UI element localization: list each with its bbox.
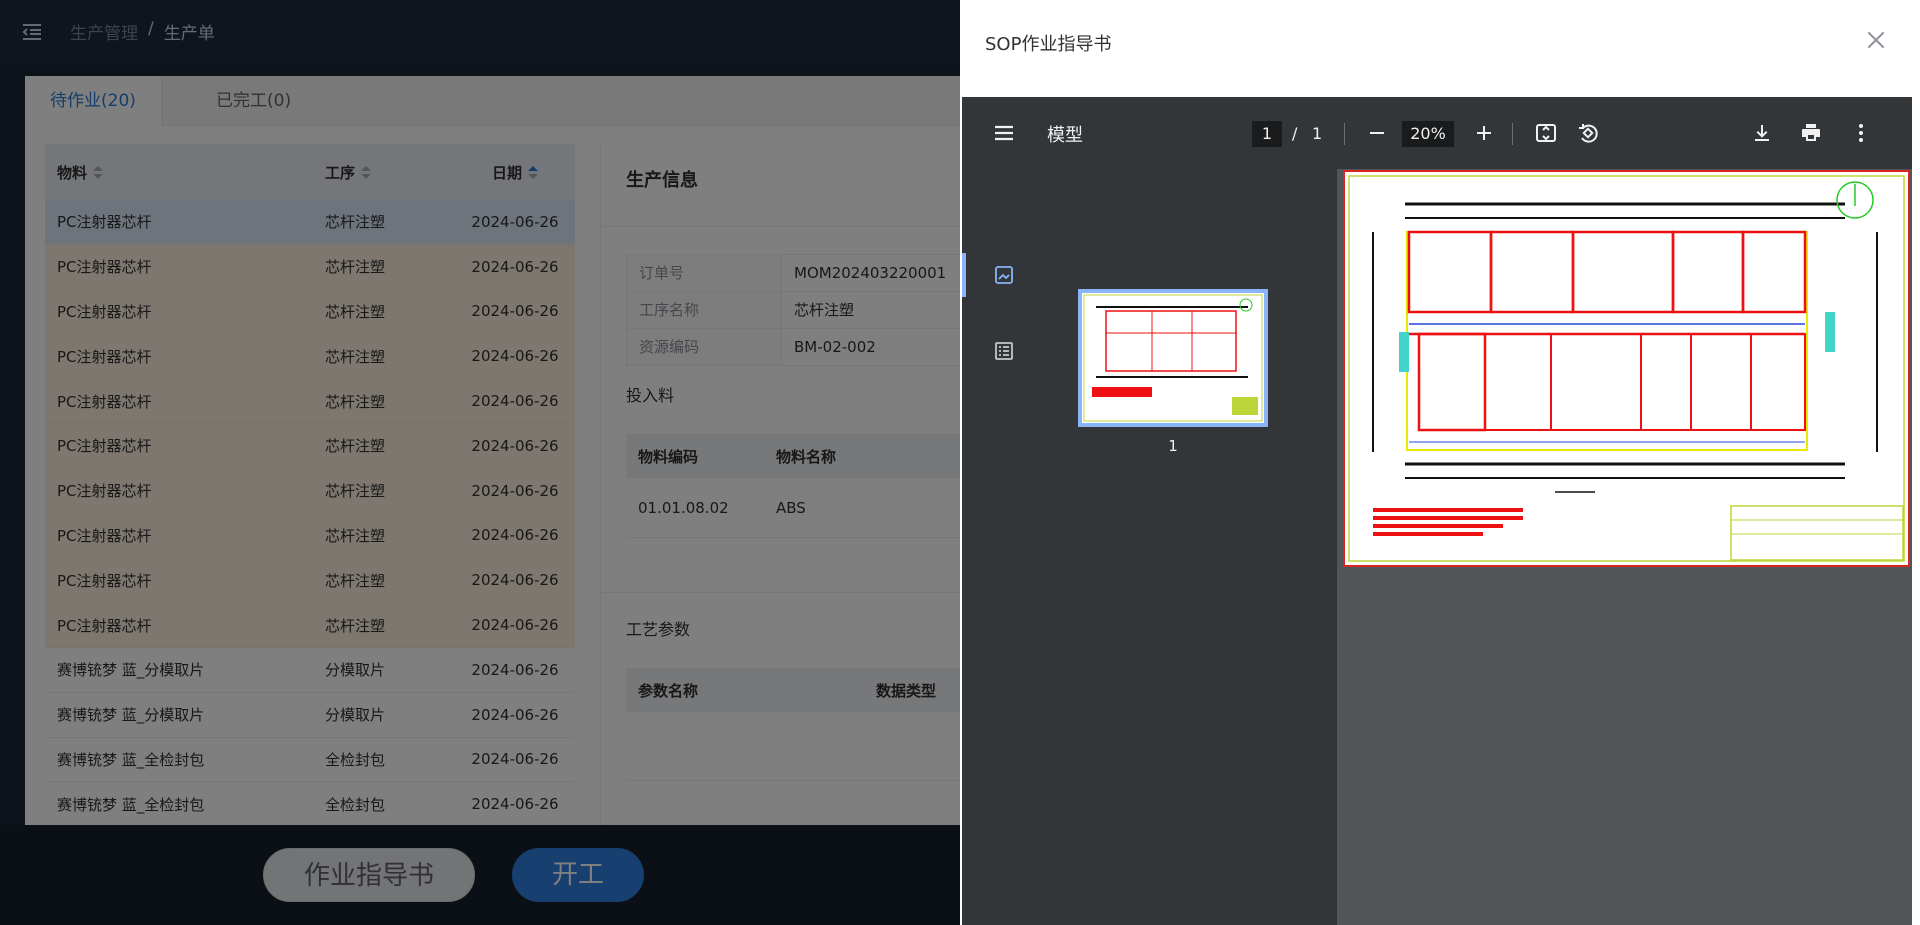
minus-icon[interactable] — [1365, 121, 1389, 145]
active-rail-indicator — [962, 253, 966, 297]
rotate-icon[interactable] — [1576, 121, 1600, 145]
drawer-title: SOP作业指导书 — [985, 34, 1112, 55]
hamburger-icon[interactable] — [992, 121, 1016, 145]
download-icon[interactable] — [1750, 121, 1774, 145]
thumbnail-sidebar: 1 — [962, 169, 1337, 925]
modal-overlay[interactable] — [0, 0, 960, 925]
zoom-level-input[interactable]: 20% — [1402, 121, 1454, 147]
page-separator: / — [1292, 124, 1298, 143]
page-total: 1 — [1312, 124, 1323, 143]
fit-page-icon[interactable] — [1534, 121, 1558, 145]
plus-icon[interactable] — [1472, 121, 1496, 145]
pdf-page — [1343, 170, 1910, 567]
page-thumbnail[interactable] — [1078, 289, 1268, 427]
print-icon[interactable] — [1799, 121, 1823, 145]
page-number-input[interactable]: 1 — [1252, 121, 1282, 147]
thumbnail-page-number: 1 — [1168, 437, 1178, 455]
outline-list-icon[interactable] — [992, 339, 1016, 363]
toolbar-divider — [1512, 123, 1513, 145]
sop-drawer: SOP作业指导书 模型 1 / 1 20% 1 — [960, 0, 1920, 925]
floor-plan-thumbnail-drawing — [1083, 294, 1263, 422]
pdf-toolbar: 模型 1 / 1 20% — [962, 97, 1912, 169]
document-title: 模型 — [1047, 125, 1083, 146]
more-vert-icon[interactable] — [1849, 121, 1873, 145]
floor-plan-drawing — [1348, 175, 1905, 562]
toolbar-divider — [1344, 123, 1345, 145]
close-icon[interactable] — [1863, 27, 1889, 53]
pdf-viewer: 模型 1 / 1 20% 1 — [962, 97, 1912, 925]
image-icon[interactable] — [992, 263, 1016, 287]
